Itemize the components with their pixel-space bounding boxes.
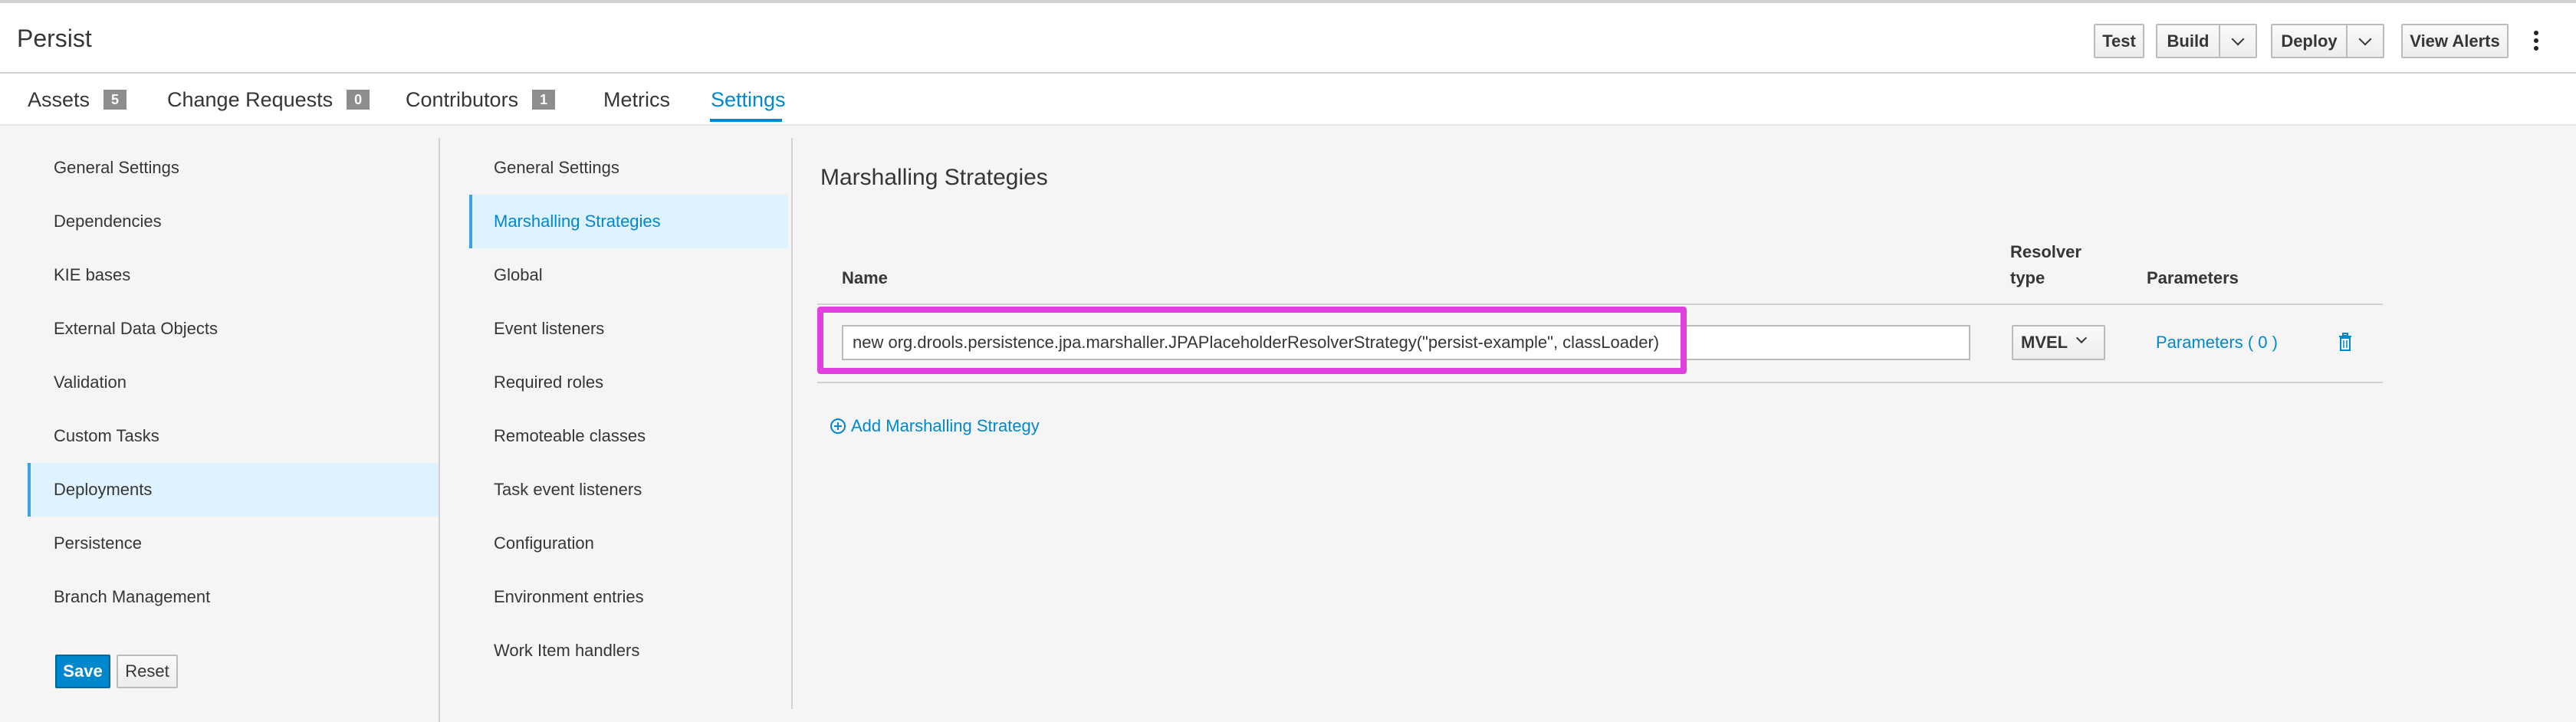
deployments-nav-item-global[interactable]: Global [469, 248, 788, 302]
trash-icon[interactable] [2337, 333, 2354, 353]
tab-label: Change Requests [167, 87, 334, 111]
tab-label: Settings [711, 87, 786, 111]
count-badge: 1 [532, 90, 556, 110]
deploy-dropdown-button[interactable] [2346, 24, 2384, 58]
deployments-nav-item-task-event-listeners[interactable]: Task event listeners [469, 463, 788, 517]
settings-nav: General Settings Dependencies KIE bases … [28, 141, 439, 708]
count-badge: 5 [104, 90, 127, 110]
divider [439, 138, 440, 722]
app: Persist Test Build Deploy View Alerts As… [0, 0, 2576, 722]
settings-nav-item-custom-tasks[interactable]: Custom Tasks [28, 409, 439, 463]
deployments-nav-item-remoteable-classes[interactable]: Remoteable classes [469, 409, 788, 463]
kebab-menu-icon[interactable] [2533, 31, 2539, 51]
panel-title: Marshalling Strategies [820, 165, 1048, 190]
tab-settings[interactable]: Settings [711, 84, 786, 115]
deployments-nav-item-event-listeners[interactable]: Event listeners [469, 302, 788, 356]
deployments-nav-item-environment-entries[interactable]: Environment entries [469, 570, 788, 624]
deployments-nav-item-general-settings[interactable]: General Settings [469, 141, 788, 195]
project-title: Persist [17, 25, 92, 52]
active-tab-indicator [710, 119, 782, 122]
tab-assets[interactable]: Assets 5 [28, 84, 127, 115]
project-header: Persist Test Build Deploy View Alerts [0, 3, 2576, 74]
column-header-parameters: Parameters [2147, 268, 2239, 287]
project-tabs: Assets 5 Change Requests 0 Contributors … [0, 74, 2576, 126]
add-label: Add Marshalling Strategy [851, 416, 1040, 435]
add-marshalling-strategy-link[interactable]: Add Marshalling Strategy [830, 416, 1040, 436]
resolver-type-value: MVEL [2021, 333, 2068, 352]
tab-label: Assets [28, 87, 90, 111]
table-row-divider [817, 382, 2383, 383]
build-dropdown-button[interactable] [2219, 24, 2257, 58]
tab-contributors[interactable]: Contributors 1 [406, 84, 556, 115]
settings-nav-item-dependencies[interactable]: Dependencies [28, 195, 439, 248]
add-circle-icon [830, 418, 846, 434]
table-header-divider [817, 304, 2383, 305]
count-badge: 0 [347, 90, 370, 110]
column-header-line: Resolver [2010, 242, 2082, 261]
chevron-down-icon [2075, 332, 2088, 344]
settings-nav-item-external-data-objects[interactable]: External Data Objects [28, 302, 439, 356]
column-header-name: Name [842, 268, 888, 287]
deployments-nav-item-work-item-handlers[interactable]: Work Item handlers [469, 624, 788, 678]
settings-nav-item-kie-bases[interactable]: KIE bases [28, 248, 439, 302]
tab-change-requests[interactable]: Change Requests 0 [167, 84, 370, 115]
deployments-nav-item-marshalling-strategies[interactable]: Marshalling Strategies [469, 195, 788, 248]
chevron-down-icon [2358, 32, 2372, 45]
deployments-nav-item-required-roles[interactable]: Required roles [469, 356, 788, 409]
settings-nav-item-general-settings[interactable]: General Settings [28, 141, 439, 195]
settings-nav-item-deployments[interactable]: Deployments [28, 463, 439, 517]
column-header-resolver-type: Resolver type [2010, 239, 2082, 291]
divider [791, 138, 793, 709]
tab-label: Metrics [603, 87, 670, 111]
save-button[interactable]: Save [55, 655, 110, 688]
column-header-line: type [2010, 268, 2045, 287]
deployments-nav-item-configuration[interactable]: Configuration [469, 517, 788, 570]
build-button[interactable]: Build [2156, 24, 2220, 58]
deploy-button[interactable]: Deploy [2271, 24, 2348, 58]
resolver-type-select[interactable]: MVEL [2012, 325, 2105, 360]
chevron-down-icon [2231, 32, 2245, 45]
settings-nav-item-validation[interactable]: Validation [28, 356, 439, 409]
test-button[interactable]: Test [2094, 24, 2144, 58]
highlight-box [817, 307, 1687, 374]
reset-button[interactable]: Reset [117, 655, 178, 688]
settings-nav-item-persistence[interactable]: Persistence [28, 517, 439, 570]
settings-nav-item-branch-management[interactable]: Branch Management [28, 570, 439, 624]
tab-label: Contributors [406, 87, 519, 111]
parameters-link[interactable]: Parameters ( 0 ) [2156, 333, 2278, 353]
view-alerts-button[interactable]: View Alerts [2401, 24, 2509, 58]
tab-metrics[interactable]: Metrics [603, 84, 670, 115]
